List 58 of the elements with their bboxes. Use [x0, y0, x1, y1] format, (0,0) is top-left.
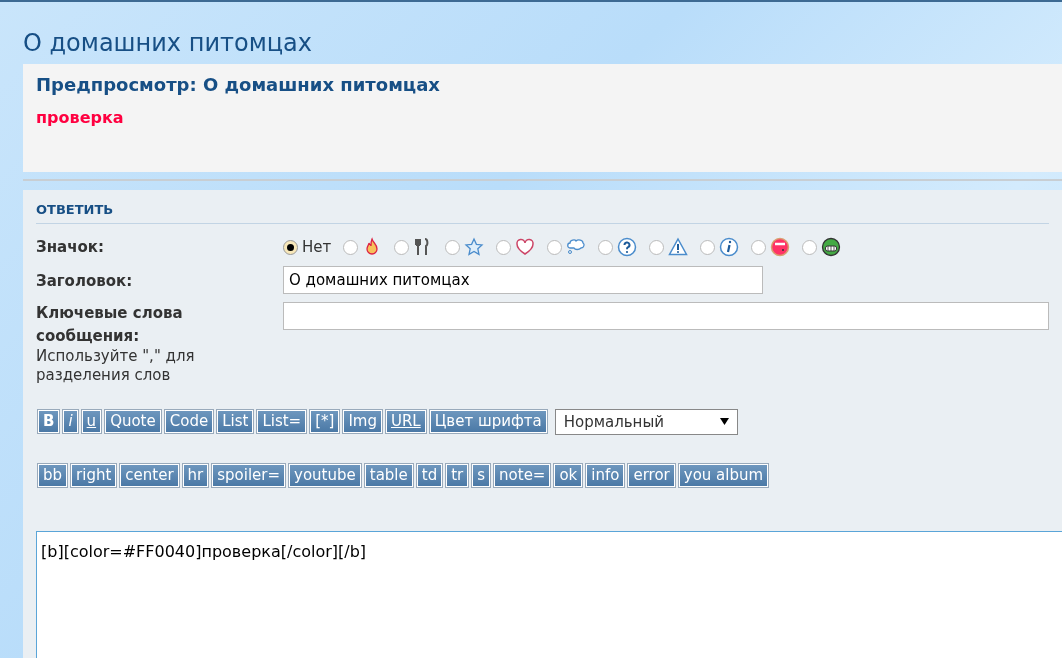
format-button[interactable]: td: [416, 463, 443, 487]
flushed-face-icon: [770, 237, 791, 258]
format-button[interactable]: you album: [678, 463, 769, 487]
icon-radio[interactable]: [700, 239, 716, 255]
format-button[interactable]: Code: [164, 410, 214, 434]
format-button[interactable]: ok: [554, 463, 583, 487]
format-button[interactable]: List: [217, 410, 254, 434]
format-button[interactable]: Img: [343, 410, 382, 434]
radio-label: Нет: [302, 236, 332, 258]
format-button[interactable]: youtube: [289, 463, 361, 487]
icon-radio[interactable]: [751, 239, 767, 255]
format-button[interactable]: error: [628, 463, 675, 487]
icon-radio[interactable]: [802, 239, 818, 255]
icon-radio[interactable]: [343, 239, 359, 255]
icon-radio[interactable]: [649, 239, 665, 255]
format-button[interactable]: i: [63, 410, 78, 434]
format-button[interactable]: tr: [446, 463, 469, 487]
icon-radio[interactable]: [547, 239, 563, 255]
question-icon: [617, 237, 638, 258]
reply-heading: ОТВЕТИТЬ: [36, 200, 1049, 224]
format-button[interactable]: List=: [257, 410, 307, 434]
caret-icon: [719, 418, 729, 426]
font-size-select[interactable]: Нормальный: [554, 408, 738, 435]
format-button[interactable]: note=: [494, 463, 551, 487]
format-button[interactable]: Quote: [105, 410, 161, 434]
icon-radio[interactable]: [496, 239, 512, 255]
subject-label: Заголовок:: [36, 271, 134, 293]
warning-icon: [668, 237, 689, 258]
heart-icon: [515, 237, 536, 258]
icon-radio[interactable]: [394, 239, 410, 255]
keywords-label: Ключевые слова сообщения:: [36, 303, 184, 347]
format-button[interactable]: hr: [182, 463, 209, 487]
message-field[interactable]: [b][color=#FF0040]проверка[/color][/b]: [36, 530, 1062, 658]
icon-radio[interactable]: [283, 239, 298, 255]
icon-label: Значок:: [36, 236, 105, 258]
preview-title: Предпросмотр: О домашних питомцах: [36, 74, 441, 96]
format-button[interactable]: s: [472, 463, 491, 487]
format-button[interactable]: table: [364, 463, 413, 487]
format-button[interactable]: [*]: [310, 410, 340, 434]
info-icon: [719, 237, 740, 258]
format-button[interactable]: info: [586, 463, 625, 487]
format-button[interactable]: Цвет шрифта: [429, 410, 547, 434]
format-button[interactable]: center: [120, 463, 179, 487]
star-icon: [464, 237, 485, 258]
keywords-field[interactable]: [283, 302, 1049, 331]
keywords-hint: Используйте "," для разделения слов: [36, 347, 196, 385]
icon-radio[interactable]: [598, 239, 614, 255]
format-button[interactable]: B: [38, 410, 60, 434]
preview-text: проверка: [36, 107, 125, 129]
page-title: О домашних питомцах: [22, 28, 313, 59]
subject-field[interactable]: О домашних питомцах: [283, 266, 763, 295]
format-button[interactable]: bb: [38, 463, 68, 487]
format-button[interactable]: u: [81, 410, 102, 434]
format-button[interactable]: URL: [385, 410, 426, 434]
format-button[interactable]: right: [71, 463, 117, 487]
grinning-face-icon: [821, 237, 842, 258]
format-button[interactable]: spoiler=: [212, 463, 286, 487]
icon-radio[interactable]: [445, 239, 461, 255]
